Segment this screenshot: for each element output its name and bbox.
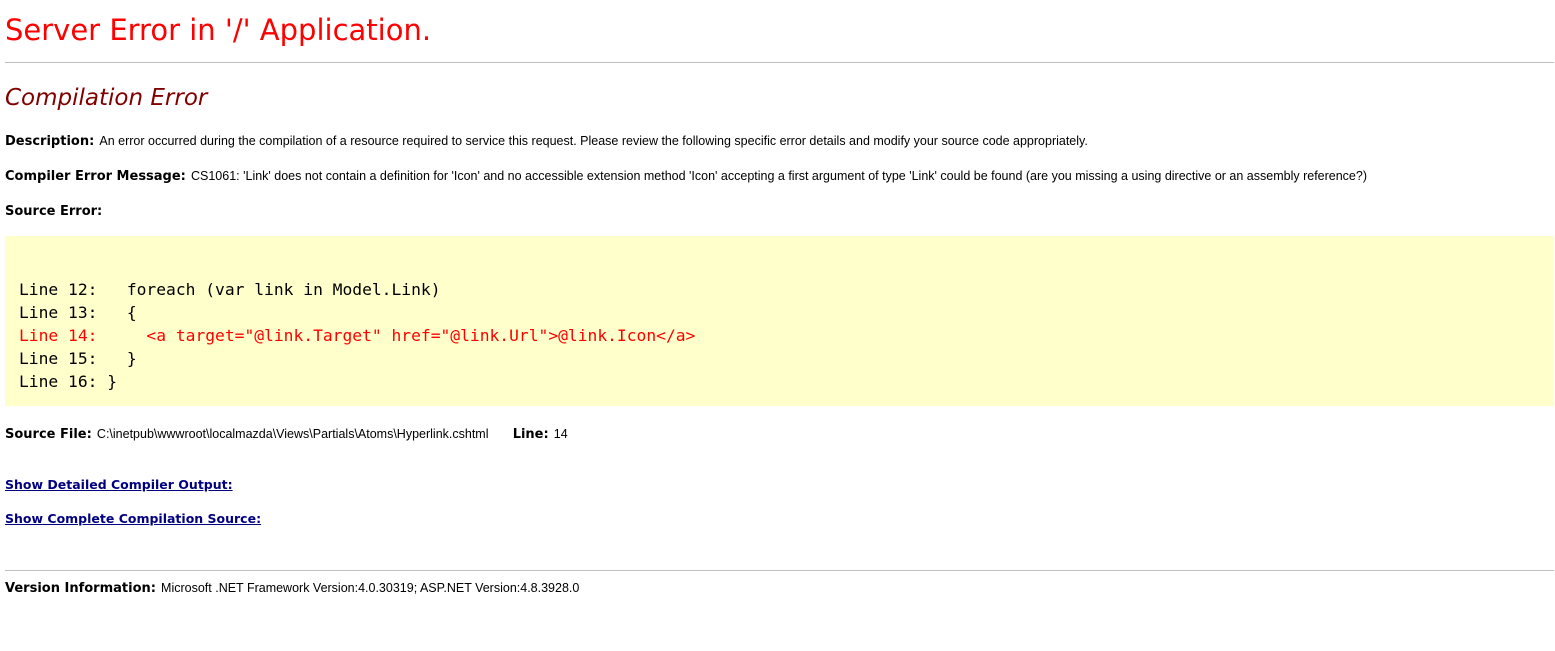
compiler-error-row: Compiler Error Message: CS1061: 'Link' d… [5, 166, 1367, 184]
code-line: Line 15: } [19, 349, 137, 368]
code-line: Line 12: foreach (var link in Model.Link… [19, 280, 441, 299]
show-complete-compilation-source-link[interactable]: Show Complete Compilation Source: [5, 510, 261, 528]
show-detailed-compiler-output-link[interactable]: Show Detailed Compiler Output: [5, 476, 233, 494]
source-error-label: Source Error: [5, 204, 103, 219]
version-text: Microsoft .NET Framework Version:4.0.303… [161, 581, 580, 595]
source-code-block: Line 12: foreach (var link in Model.Link… [5, 236, 1554, 406]
code-line: Line 13: { [19, 303, 137, 322]
description-row: Description: An error occurred during th… [5, 131, 1088, 149]
code-line: Line 16: } [19, 372, 118, 391]
compiler-error-label: Compiler Error Message: [5, 169, 186, 184]
version-info-row: Version Information: Microsoft .NET Fram… [5, 578, 579, 596]
description-label: Description: [5, 134, 95, 149]
source-file-label: Source File: [5, 427, 92, 442]
description-text: An error occurred during the compilation… [99, 134, 1088, 148]
top-divider [5, 62, 1554, 63]
bottom-divider [5, 570, 1554, 571]
code-line-error: Line 14: <a target="@link.Target" href="… [19, 326, 696, 345]
line-number: 14 [553, 427, 568, 441]
compiler-error-text: CS1061: 'Link' does not contain a defini… [190, 169, 1367, 183]
source-file-row: Source File: C:\inetpub\wwwroot\localmaz… [5, 424, 568, 442]
version-label: Version Information: [5, 581, 156, 596]
error-page: Server Error in '/' Application. Compila… [0, 0, 1555, 651]
source-file-path: C:\inetpub\wwwroot\localmazda\Views\Part… [96, 427, 489, 441]
error-title: Compilation Error [5, 85, 208, 111]
source-error-row: Source Error: [5, 201, 102, 219]
line-label: Line: [512, 427, 549, 442]
page-title: Server Error in '/' Application. [5, 13, 432, 47]
